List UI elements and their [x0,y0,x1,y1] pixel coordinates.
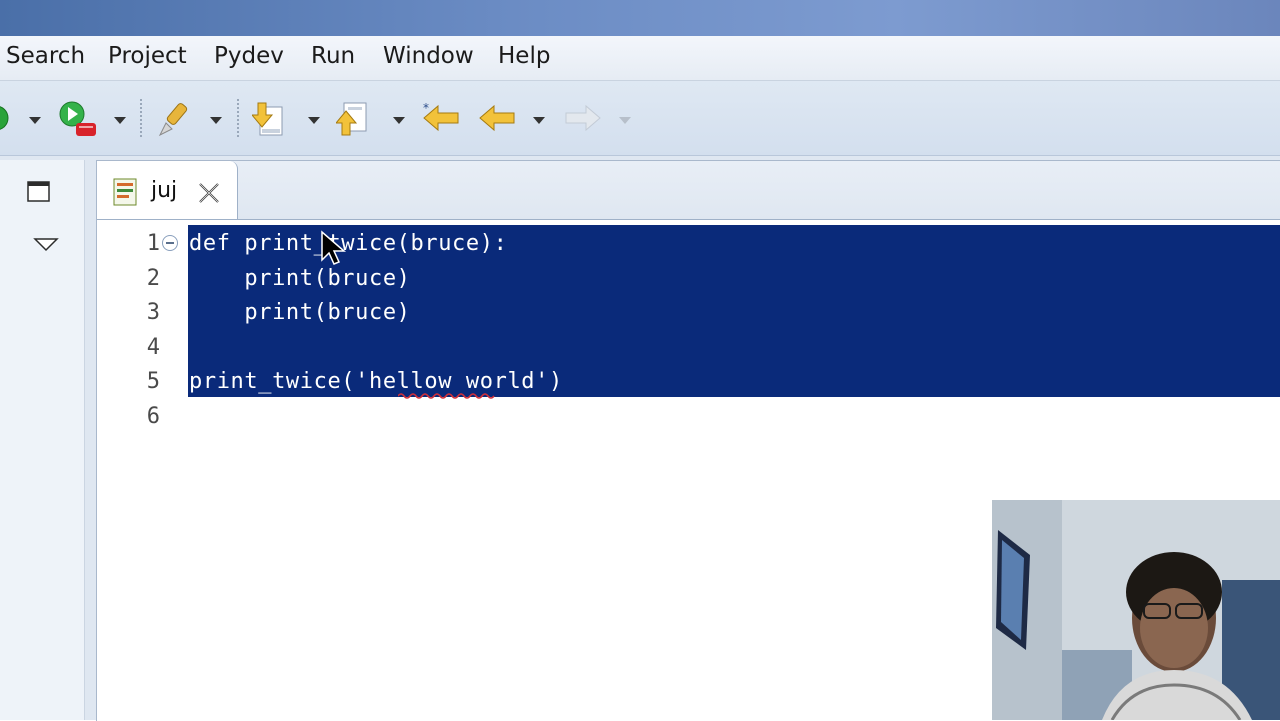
debug-dropdown-arrow[interactable] [114,117,126,124]
main-toolbar: * [0,81,1280,156]
code-line: print_twice('hellow world') [189,369,563,394]
line-number: 1 [146,231,160,256]
svg-text:*: * [423,101,429,115]
menu-pydev[interactable]: Pydev [214,43,284,69]
editor-tab-juj[interactable]: juj [97,161,238,219]
brush-icon[interactable] [156,101,196,139]
debug-icon[interactable] [58,101,98,141]
code-line: print(bruce) [189,266,411,291]
menu-run[interactable]: Run [311,43,355,69]
webcam-video-frame [992,500,1280,720]
python-file-icon [113,178,137,206]
forward-icon[interactable] [562,101,602,135]
restore-icon[interactable] [26,180,52,204]
toolbar-separator [237,99,239,137]
forward-dropdown-arrow[interactable] [619,117,631,124]
code-line: def print_twice(bruce): [189,231,508,256]
menu-help[interactable]: Help [498,43,550,69]
brush-dropdown-arrow[interactable] [210,117,222,124]
close-icon[interactable] [196,181,222,205]
last-edit-icon[interactable]: * [422,101,462,135]
menu-search[interactable]: Search [6,43,85,69]
mouse-cursor-icon [321,230,347,265]
window-title-bar [0,0,1280,36]
toolbar-separator [140,99,142,137]
line-number: 4 [146,335,160,360]
line-number: 5 [146,369,160,394]
menu-project[interactable]: Project [108,43,187,69]
line-number: 2 [146,266,160,291]
fold-collapse-icon[interactable] [162,235,178,251]
view-menu-icon[interactable] [33,236,59,252]
webcam-overlay [992,500,1280,720]
line-number: 6 [146,404,160,429]
next-annotation-icon[interactable] [252,101,288,139]
back-icon[interactable] [478,101,518,135]
run-icon[interactable] [0,101,12,135]
line-number: 3 [146,300,160,325]
spellcheck-squiggle [398,393,495,399]
tab-label: juj [151,178,178,203]
editor-tab-strip [97,161,1280,220]
next-annotation-dropdown-arrow[interactable] [308,117,320,124]
menu-bar: Search Project Pydev Run Window Help [0,36,1280,81]
minimized-view-stack [0,160,85,720]
back-dropdown-arrow[interactable] [533,117,545,124]
code-line: print(bruce) [189,300,411,325]
previous-annotation-icon[interactable] [336,101,372,139]
menu-window[interactable]: Window [383,43,474,69]
previous-annotation-dropdown-arrow[interactable] [393,117,405,124]
run-dropdown-arrow[interactable] [29,117,41,124]
